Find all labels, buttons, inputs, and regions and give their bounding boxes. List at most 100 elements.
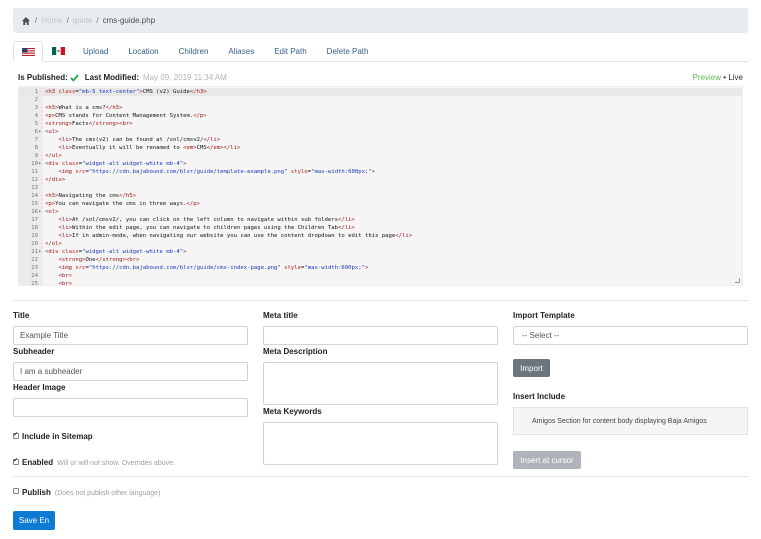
line-number: 12 [31, 177, 38, 183]
code-line[interactable]: 9 </ul> [19, 152, 742, 160]
code-line[interactable]: 6▾ <ul> [19, 128, 742, 136]
meta-title-input[interactable] [263, 326, 498, 345]
live-link[interactable]: Live [728, 73, 743, 82]
line-number: 4 [34, 113, 38, 119]
line-text: <div class="widget-alt widget-white mb-4… [45, 161, 187, 167]
preview-link[interactable]: Preview [693, 73, 721, 82]
insert-include-label: Insert Include [513, 392, 566, 401]
enabled-hint: Will or will not show. Overrides above. [57, 460, 176, 467]
code-line[interactable]: 18 <li>Within the edit page, you can nav… [19, 224, 742, 232]
us-flag-icon [21, 47, 35, 56]
breadcrumb: / Home / guide / cms-guide.php [13, 8, 748, 33]
line-number: 15 [31, 201, 38, 207]
code-line[interactable]: 16▾ <ol> [19, 208, 742, 216]
line-text: </ul> [45, 153, 62, 159]
fold-toggle-icon[interactable]: ▾ [38, 248, 43, 256]
tab-edit-path[interactable]: Edit Path [264, 41, 316, 61]
header-image-input[interactable] [13, 398, 248, 417]
line-number: 16 [31, 209, 38, 215]
line-number: 9 [34, 153, 38, 159]
meta-keywords-textarea[interactable] [263, 422, 498, 465]
include-option[interactable]: Amigos Section for content body displayi… [513, 407, 748, 435]
import-button[interactable]: Import [513, 359, 550, 377]
code-line[interactable]: 20 </ol> [19, 240, 742, 248]
line-text: <li>The cms(v2) can be found at /sol/cms… [58, 137, 221, 143]
code-line[interactable]: 11 <img src="https://cdn.bajabound.com/b… [19, 168, 742, 176]
code-line[interactable]: 21▾ <div class="widget-alt widget-white m… [19, 248, 742, 256]
code-line[interactable]: 8 <li>Eventually it will be renamed to <… [19, 144, 742, 152]
tab-children[interactable]: Children [169, 41, 219, 61]
enabled-label-row: Enabled Will or will not show. Overrides … [22, 458, 175, 467]
code-line[interactable]: 7 <li>The cms(v2) can be found at /sol/c… [19, 136, 742, 144]
line-text: <li>Eventually it will be renamed to <em… [58, 145, 241, 151]
check-icon [70, 73, 79, 82]
line-text: </ol> [45, 241, 62, 247]
subheader-input[interactable]: I am a subheader [13, 362, 248, 381]
tab-location[interactable]: Location [118, 41, 168, 61]
code-line[interactable]: 5 <strong>Facts</strong><br> [19, 120, 742, 128]
fold-toggle-icon[interactable]: ▾ [38, 128, 43, 136]
meta-description-label: Meta Description [263, 347, 328, 356]
line-number: 18 [31, 225, 38, 231]
code-line[interactable]: 22 <strong>One</strong><br> [19, 256, 742, 264]
code-line[interactable]: 24 <br> [19, 272, 742, 280]
fold-toggle-icon[interactable]: ▾ [38, 160, 43, 168]
save-button[interactable]: Save En [13, 511, 55, 530]
meta-description-textarea[interactable] [263, 362, 498, 405]
code-line[interactable]: 19 <li>If in admin-mode, when navigating… [19, 232, 742, 240]
code-line[interactable]: 12 </div> [19, 176, 742, 184]
title-input[interactable]: Example Title [13, 326, 248, 345]
modified-label: Last Modified: [84, 72, 140, 82]
code-line[interactable]: 3 <h5>What is a cms?</h5> [19, 104, 742, 112]
meta-keywords-label: Meta Keywords [263, 407, 322, 416]
import-template-select[interactable]: -- Select -- [513, 326, 748, 345]
breadcrumb-home[interactable]: Home [41, 16, 62, 25]
line-number: 17 [31, 217, 38, 223]
breadcrumb-separator: / [35, 16, 38, 25]
code-line[interactable]: 15 <p>You can navigate the cms in three w… [19, 200, 742, 208]
code-line[interactable]: 17 <li>At /sol/cmsv2/, you can click on … [19, 216, 742, 224]
line-text: <br> [58, 273, 72, 279]
line-number: 13 [31, 185, 38, 191]
sitemap-checkbox[interactable] [13, 431, 19, 439]
code-line[interactable]: 4 <p>CMS stands for Content Management Sy… [19, 112, 742, 120]
line-number: 14 [31, 193, 38, 199]
line-text: <strong>One</strong><br> [58, 257, 140, 263]
enabled-checkbox[interactable] [13, 457, 19, 465]
line-number: 19 [31, 233, 38, 239]
line-number: 7 [34, 137, 38, 143]
code-line[interactable]: 23 <img src="https://cdn.bajabound.com/b… [19, 264, 742, 272]
modified-date: May 09, 2019 11:34 AM [143, 72, 227, 82]
code-line[interactable]: 1 <h3 class="mb-5 text-center">CMS (v2) G… [19, 88, 742, 96]
subheader-label: Subheader [13, 347, 55, 356]
publish-checkbox[interactable] [13, 488, 19, 494]
fold-toggle-icon[interactable]: ▾ [38, 208, 43, 216]
tab-spanish[interactable] [43, 41, 73, 61]
tab-english[interactable] [13, 41, 43, 62]
line-number: 25 [31, 281, 38, 286]
publish-hint: (Does not publish other language) [54, 490, 161, 497]
line-text: <ul> [45, 129, 59, 135]
code-line[interactable]: 10▾ <div class="widget-alt widget-white m… [19, 160, 742, 168]
breadcrumb-guide[interactable]: guide [73, 16, 93, 25]
tab-aliases[interactable]: Aliases [218, 41, 264, 61]
published-label: Is Published: [18, 72, 68, 82]
line-text: <h5>What is a cms?</h5> [45, 105, 123, 111]
code-line[interactable]: 25 <br> [19, 280, 742, 286]
tab-delete-path[interactable]: Delete Path [317, 41, 379, 61]
preview-live: Preview • Live [693, 73, 743, 82]
line-number: 22 [31, 257, 38, 263]
mx-flag-icon [51, 47, 65, 55]
code-line[interactable]: 13 [19, 184, 742, 192]
status-bullet: • [723, 72, 727, 82]
code-line[interactable]: 14 <h5>Navigating the cms</h5> [19, 192, 742, 200]
home-icon[interactable] [21, 16, 31, 26]
line-text: <img src="https://cdn.bajabound.com/blvr… [58, 265, 369, 271]
header-image-label: Header Image [13, 383, 66, 392]
tab-upload[interactable]: Upload [73, 41, 118, 61]
code-editor[interactable]: 1 <h3 class="mb-5 text-center">CMS (v2) G… [18, 86, 743, 286]
line-number: 8 [34, 145, 38, 151]
insert-at-cursor-button[interactable]: Insert at cursor [513, 451, 581, 469]
code-line[interactable]: 2 [19, 96, 742, 104]
page-settings-form: Title Example Title Subheader I am a sub… [13, 300, 748, 530]
